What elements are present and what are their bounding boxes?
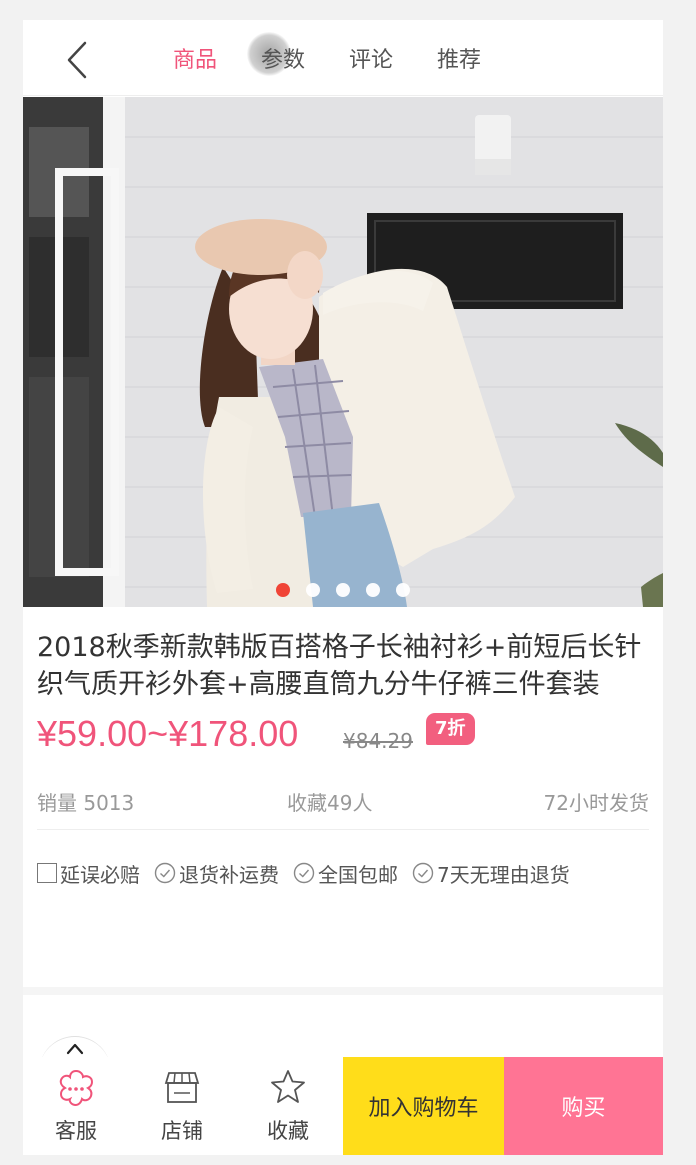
guarantee-label: 7天无理由退货	[437, 862, 570, 887]
carousel-dot[interactable]	[276, 583, 290, 597]
check-circle-icon	[412, 862, 434, 884]
guarantee-label: 全国包邮	[318, 862, 398, 887]
check-circle-icon	[154, 862, 176, 884]
product-info: 2018秋季新款韩版百搭格子长袖衬衫+前短后长针织气质开衫外套+高腰直筒九分牛仔…	[23, 607, 663, 890]
carousel-dot[interactable]	[396, 583, 410, 597]
store-icon	[163, 1067, 201, 1107]
carousel-dots	[23, 583, 663, 597]
sales-count: 销量 5013	[37, 791, 135, 815]
carousel-dot[interactable]	[336, 583, 350, 597]
buy-button[interactable]: 购买	[504, 1057, 663, 1155]
tab-bar: 商品 参数 评论 推荐	[173, 20, 525, 96]
service-guarantees: 延误必赔 退货补运费 全国包邮 7天无理由退货	[37, 856, 649, 890]
tab-comments[interactable]: 评论	[349, 42, 393, 74]
add-to-cart-button[interactable]: 加入购物车	[343, 1057, 504, 1155]
product-title: 2018秋季新款韩版百搭格子长袖衬衫+前短后长针织气质开衫外套+高腰直筒九分牛仔…	[37, 632, 642, 700]
product-photo	[23, 97, 663, 607]
customer-service-button[interactable]: 客服	[23, 1057, 129, 1155]
tab-goods[interactable]: 商品	[173, 42, 217, 74]
shop-button[interactable]: 店铺	[129, 1057, 235, 1155]
guarantee-item: 全国包邮	[293, 859, 398, 888]
top-nav: 商品 参数 评论 推荐	[23, 20, 663, 96]
favorites-count: 收藏49人	[287, 791, 373, 815]
phone-screen: 商品 参数 评论 推荐 2018秋季新款韩版百搭格子长袖衬衫+前短后长针织气质开…	[23, 20, 663, 1155]
back-button[interactable]	[59, 40, 95, 80]
guarantee-item: 退货补运费	[154, 859, 279, 888]
product-image-carousel[interactable]	[23, 97, 663, 607]
tab-params[interactable]: 参数	[247, 32, 306, 76]
bottom-action-bar: 客服 店铺 收藏 加入购物车 购买	[23, 1057, 663, 1155]
favorite-button[interactable]: 收藏	[235, 1057, 341, 1155]
tab-params-label: 参数	[261, 48, 306, 73]
check-circle-icon	[293, 862, 315, 884]
divider	[37, 829, 649, 830]
carousel-dot[interactable]	[306, 583, 320, 597]
guarantee-label: 延误必赔	[60, 862, 140, 887]
chevron-up-icon	[66, 1043, 84, 1055]
guarantee-label: 退货补运费	[179, 862, 279, 887]
product-price: ¥59.00~¥178.00	[37, 713, 299, 754]
guarantee-item: 延误必赔	[37, 859, 140, 888]
customer-service-label: 客服	[55, 1119, 97, 1143]
chevron-left-icon	[67, 41, 87, 79]
tab-recommend[interactable]: 推荐	[437, 42, 481, 74]
stats-row: 销量 5013 收藏49人 72小时发货	[37, 787, 649, 817]
section-separator	[23, 987, 663, 995]
discount-badge: 7折	[426, 713, 475, 745]
price-row: ¥59.00~¥178.00 ¥84.29 7折	[37, 713, 649, 763]
carousel-dot[interactable]	[366, 583, 380, 597]
square-icon	[37, 863, 57, 883]
flower-chat-icon	[56, 1067, 96, 1107]
guarantee-item: 7天无理由退货	[412, 859, 570, 888]
shop-label: 店铺	[161, 1119, 203, 1143]
favorite-label: 收藏	[267, 1119, 309, 1143]
shipping-time: 72小时发货	[543, 791, 649, 815]
original-price: ¥84.29	[343, 729, 413, 753]
star-icon	[269, 1067, 307, 1107]
